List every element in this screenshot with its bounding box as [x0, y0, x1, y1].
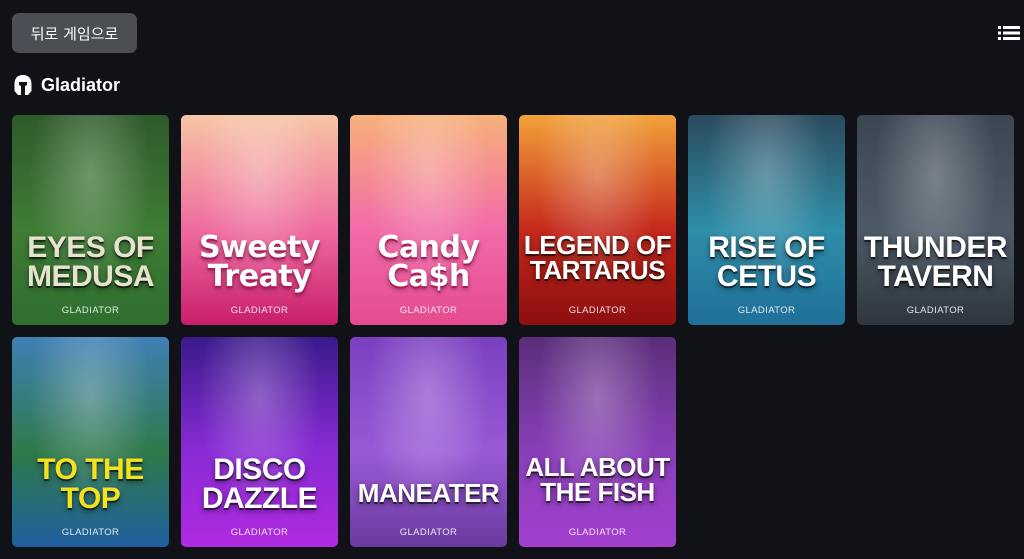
game-card[interactable]: Candy Ca$h GLADIATOR [350, 115, 507, 325]
provider-title: Gladiator [41, 74, 121, 95]
game-title: LEGEND OF TARTARUS [523, 232, 672, 286]
game-artwork [688, 115, 845, 325]
game-provider-label: GLADIATOR [737, 305, 796, 316]
game-title-line-2: MEDUSA [26, 260, 155, 294]
game-provider-label: GLADIATOR [230, 527, 289, 538]
game-card[interactable]: DISCO DAZZLE GLADIATOR [181, 337, 338, 547]
spartan-helmet-icon [14, 75, 32, 95]
game-artwork [519, 337, 676, 547]
game-card[interactable]: ALL ABOUT THE FISH GLADIATOR [519, 337, 676, 547]
game-title-line-1: Candy [377, 230, 480, 265]
game-title-line-1: THUNDER [863, 231, 1008, 264]
game-title: THUNDER TAVERN [861, 231, 1010, 294]
game-title-line-2: Treaty [207, 259, 312, 295]
game-title-line-2: THE FISH [540, 477, 655, 508]
game-artwork [857, 115, 1014, 325]
game-title-line-2: TARTARUS [529, 255, 666, 286]
game-artwork [12, 337, 169, 547]
game-artwork [350, 337, 507, 547]
game-title-line-1: RISE OF [708, 231, 825, 264]
game-artwork [181, 337, 338, 547]
game-title-line-2: CETUS [716, 260, 817, 294]
provider-header: Gladiator [13, 72, 120, 98]
game-provider-label: GLADIATOR [568, 527, 627, 538]
game-title: EYES OF MEDUSA [16, 231, 165, 294]
game-provider-label: GLADIATOR [399, 527, 458, 538]
game-title: ALL ABOUT THE FISH [523, 454, 672, 508]
game-card[interactable]: MANEATER GLADIATOR [350, 337, 507, 547]
back-to-games-button[interactable]: 뒤로 게임으로 [12, 13, 137, 53]
game-title-line-2: MANEATER [357, 478, 500, 508]
game-grid: EYES OF MEDUSA GLADIATOR Sweety Treaty GLADIA… [12, 115, 1014, 547]
game-title-line-1: Sweety [199, 230, 320, 265]
game-title-line-1: EYES OF [27, 231, 154, 264]
game-provider-label: GLADIATOR [906, 305, 965, 316]
game-provider-label: GLADIATOR [61, 527, 120, 538]
game-card[interactable]: THUNDER TAVERN GLADIATOR [857, 115, 1014, 325]
game-title-line-1: TO THE [37, 453, 144, 486]
game-provider-label: GLADIATOR [568, 305, 627, 316]
game-title-line-2: Ca$h [387, 259, 470, 295]
game-title: RISE OF CETUS [692, 231, 841, 294]
game-card[interactable]: EYES OF MEDUSA GLADIATOR [12, 115, 169, 325]
game-card[interactable]: RISE OF CETUS GLADIATOR [688, 115, 845, 325]
game-title: MANEATER [354, 455, 503, 506]
game-title: Sweety Treaty [185, 230, 334, 295]
game-title-line-2: TOP [60, 482, 121, 516]
game-title: TO THE TOP [16, 453, 165, 516]
game-card[interactable]: LEGEND OF TARTARUS GLADIATOR [519, 115, 676, 325]
game-card[interactable]: TO THE TOP GLADIATOR [12, 337, 169, 547]
game-provider-label: GLADIATOR [399, 305, 458, 316]
game-title-line-2: TAVERN [877, 260, 994, 294]
game-artwork [519, 115, 676, 325]
game-provider-label: GLADIATOR [61, 305, 120, 316]
game-title: DISCO DAZZLE [185, 453, 334, 516]
game-provider-label: GLADIATOR [230, 305, 289, 316]
list-icon[interactable] [998, 24, 1020, 42]
game-title-line-1: DISCO [213, 453, 306, 486]
game-artwork [12, 115, 169, 325]
game-card[interactable]: Sweety Treaty GLADIATOR [181, 115, 338, 325]
game-title-line-2: DAZZLE [201, 482, 318, 516]
game-title: Candy Ca$h [354, 230, 503, 295]
